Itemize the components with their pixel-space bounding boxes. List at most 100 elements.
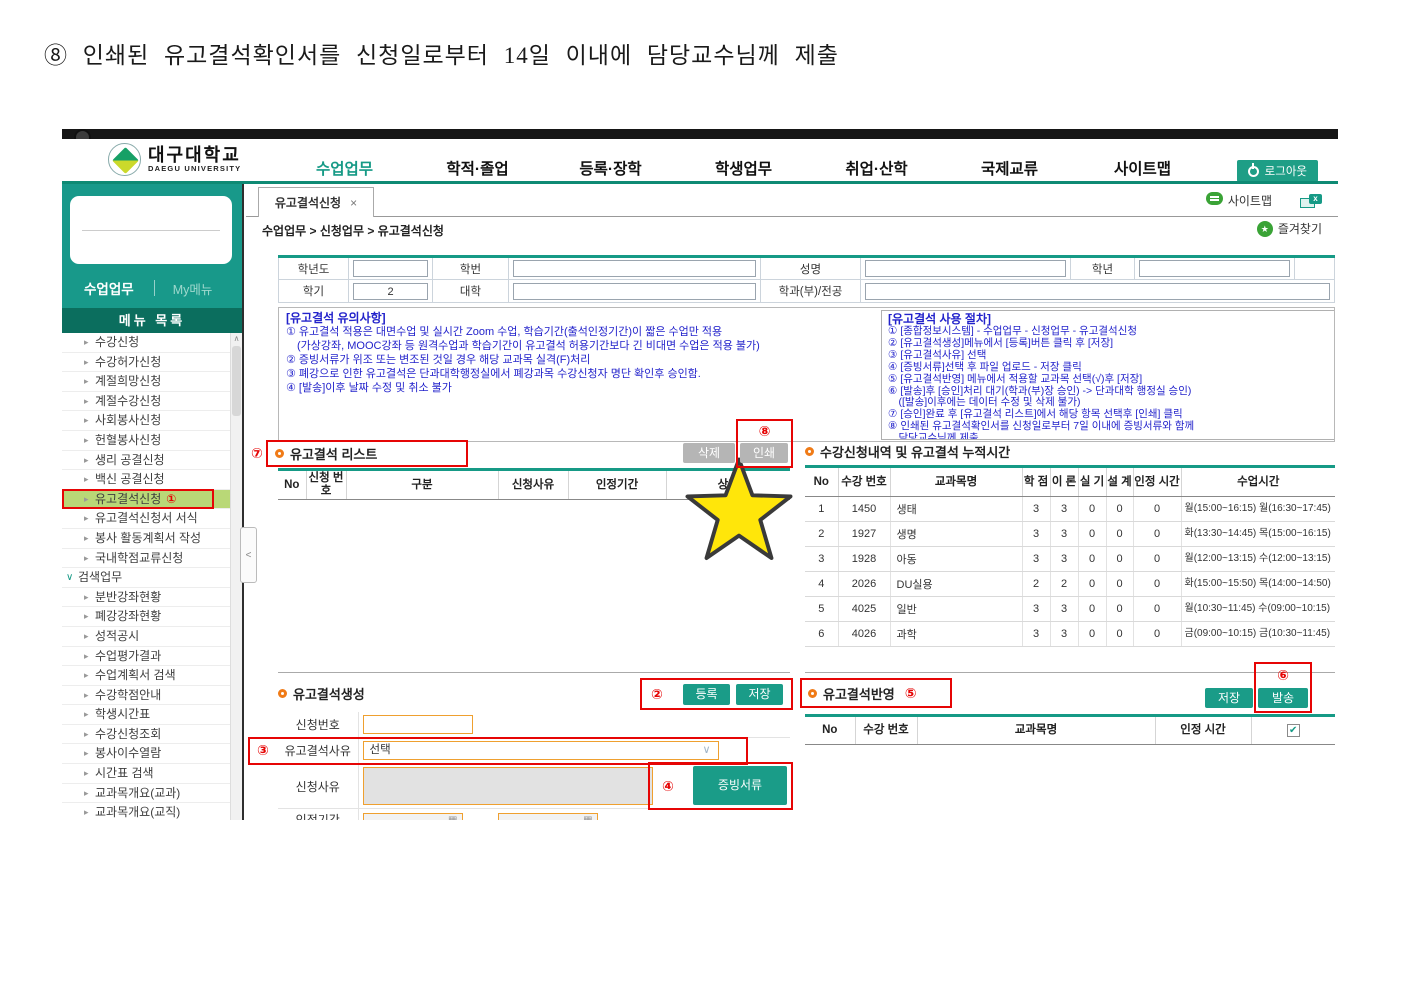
- star-annotation: [683, 455, 795, 567]
- cell: 0: [1078, 547, 1106, 572]
- university-emblem-icon: [108, 143, 141, 176]
- notice-line: ⑤ [유고결석반영] 메뉴에서 적용할 교과목 선택(√)후 [저장]: [888, 374, 1335, 386]
- reflection-title: 유고결석반영: [823, 684, 895, 703]
- arrow-right-icon: ▸: [84, 784, 89, 804]
- sidebar-item[interactable]: ▸성적공시: [62, 627, 242, 647]
- sidebar-item[interactable]: ▸계절희망신청: [62, 372, 242, 392]
- col-theory: 이 론: [1050, 467, 1078, 497]
- annotation-3: ③: [257, 742, 269, 759]
- favorite-link[interactable]: ★ 즐겨찾기: [1257, 220, 1322, 237]
- sidebar-item[interactable]: ▸분반강좌현황: [62, 588, 242, 608]
- scrollbar-thumb[interactable]: [232, 346, 241, 416]
- sidebar-collapse-button[interactable]: <: [240, 527, 257, 583]
- university-logo[interactable]: 대구대학교 DAEGU UNIVERSITY: [108, 143, 241, 176]
- creation-section-title-row: 유고결석생성: [278, 684, 365, 703]
- sidebar-item-label: 계절희망신청: [95, 374, 161, 388]
- cell: 3: [1050, 522, 1078, 547]
- sidebar-item[interactable]: ▸수강허가신청: [62, 353, 242, 373]
- main-content: 유고결석신청 × 사이트맵 x 수업업무 > 신청업무 > 유고결석신청 ★ 즐…: [246, 184, 1338, 820]
- period-end-input[interactable]: ▦: [498, 813, 598, 820]
- year-input[interactable]: [353, 260, 428, 277]
- send-button[interactable]: 발송: [1258, 688, 1308, 708]
- sidebar-item[interactable]: ▸봉사 활동계획서 작성: [62, 529, 242, 549]
- sidebar-item-label: 봉사이수열람: [95, 746, 161, 760]
- sidebar-item[interactable]: ▸백신 공결신청: [62, 470, 242, 490]
- register-button[interactable]: 등록: [683, 684, 730, 705]
- dept-input[interactable]: [865, 283, 1330, 300]
- sidebar-item[interactable]: ▸봉사이수열람: [62, 744, 242, 764]
- window-top-strip: [62, 129, 1338, 139]
- tab-absence-apply[interactable]: 유고결석신청 ×: [258, 187, 374, 217]
- logout-label: 로그아웃: [1265, 163, 1307, 179]
- studentno-input[interactable]: [513, 260, 756, 277]
- sidebar-item[interactable]: ▸유고결석신청서 서식: [62, 509, 242, 529]
- sidebar-tab-mymenu[interactable]: My메뉴: [173, 279, 213, 298]
- cell: 6: [805, 622, 838, 647]
- tab-bar: 유고결석신청 × 사이트맵 x: [246, 187, 1338, 217]
- field-label-period: 인정기간: [278, 809, 358, 821]
- grade-input[interactable]: [1139, 260, 1290, 277]
- sidebar-item[interactable]: ▸수업계획서 검색: [62, 666, 242, 686]
- cell: 0: [1078, 622, 1106, 647]
- name-input[interactable]: [865, 260, 1066, 277]
- period-start-input[interactable]: ▦: [363, 813, 463, 820]
- cell: 0: [1133, 597, 1181, 622]
- calendar-icon[interactable]: ▦: [448, 815, 457, 820]
- sidebar-item-sugang[interactable]: ▸수강신청: [62, 333, 242, 353]
- sidebar-item[interactable]: ▸ 교과목개요(교과): [62, 784, 242, 804]
- detail-textarea[interactable]: [363, 767, 653, 805]
- sidebar-item-absence-apply[interactable]: ▸유고결석신청①: [62, 490, 242, 510]
- reflection-save-button[interactable]: 저장: [1205, 688, 1253, 708]
- cell: 0: [1106, 572, 1133, 597]
- sidebar-item-label: 교과목개요(교과): [95, 786, 180, 800]
- logout-button[interactable]: 로그아웃: [1237, 160, 1318, 182]
- app-header: 대구대학교 DAEGU UNIVERSITY 수업업무 학적·졸업 등록·장학 …: [62, 139, 1338, 181]
- sidebar-group-search[interactable]: ∨검색업무: [62, 568, 242, 588]
- save-button[interactable]: 저장: [736, 684, 783, 705]
- print-button[interactable]: 인쇄: [740, 443, 788, 463]
- appno-input[interactable]: [363, 715, 473, 734]
- sidebar-item[interactable]: ▸수강학점안내: [62, 686, 242, 706]
- sidebar-item[interactable]: ▸계절수강신청: [62, 392, 242, 412]
- scroll-up-icon[interactable]: ∧: [231, 333, 242, 345]
- sidebar-item-label: 성적공시: [95, 629, 139, 643]
- calendar-icon[interactable]: ▦: [583, 815, 592, 820]
- sidebar-item[interactable]: ▸학생시간표: [62, 705, 242, 725]
- cell: 월(15:00~16:15) 월(16:30~17:45): [1181, 497, 1335, 522]
- arrow-right-icon: ▸: [84, 490, 89, 510]
- sidebar-item-label: 수강신청: [95, 335, 139, 349]
- sidebar-item-label: 수업계획서 검색: [95, 668, 176, 682]
- select-all-checkbox[interactable]: ✔: [1287, 724, 1300, 737]
- cell: 아동: [890, 547, 1022, 572]
- annotation-6: ⑥: [1256, 667, 1310, 684]
- notice-box: [유고결석 유의사항] ① 유고결석 적용은 대면수업 및 실시간 Zoom 수…: [278, 307, 1335, 442]
- breadcrumb: 수업업무 > 신청업무 > 유고결석신청: [262, 224, 444, 238]
- sidebar-item[interactable]: ▸생리 공결신청: [62, 451, 242, 471]
- arrow-right-icon: ▸: [84, 451, 89, 471]
- col-practice: 실 기: [1078, 467, 1106, 497]
- breadcrumb-row: 수업업무 > 신청업무 > 유고결석신청 ★ 즐겨찾기: [262, 222, 1322, 244]
- notice-line: ③ 폐강으로 인한 유고결석은 단과대학행정실에서 폐강과목 수강신청자 명단 …: [286, 367, 861, 381]
- sidebar-item[interactable]: ▸수강신청조회: [62, 725, 242, 745]
- sidebar-item[interactable]: ▸사회봉사신청: [62, 411, 242, 431]
- cell: 금(09:00~10:15) 금(10:30~11:45): [1181, 622, 1335, 647]
- table-row: 42026DU실용22000화(15:00~15:50) 목(14:00~14:…: [805, 572, 1335, 597]
- college-input[interactable]: [513, 283, 756, 300]
- sitemap-link[interactable]: 사이트맵: [1206, 192, 1272, 210]
- sidebar-item-label: 헌혈봉사신청: [95, 433, 161, 447]
- sidebar-item[interactable]: ▸수업평가결과: [62, 647, 242, 667]
- sidebar-item[interactable]: ▸헌혈봉사신청: [62, 431, 242, 451]
- sidebar-tab-classwork[interactable]: 수업업무: [62, 278, 134, 298]
- semester-input[interactable]: 2: [353, 283, 428, 300]
- sidebar-item[interactable]: ▸폐강강좌현황: [62, 607, 242, 627]
- sidebar-tab-separator: [154, 280, 155, 296]
- field-label-appno: 신청번호: [278, 712, 358, 738]
- close-icon[interactable]: ×: [350, 196, 357, 210]
- sidebar-item[interactable]: ▸교과목개요(교직): [62, 803, 242, 820]
- cell: 2: [1050, 572, 1078, 597]
- sidebar-item-label: 사회봉사신청: [95, 413, 161, 427]
- sidebar-item[interactable]: ▸시간표 검색: [62, 764, 242, 784]
- close-all-tabs-icon[interactable]: x: [1300, 194, 1322, 208]
- attach-documents-button[interactable]: 증빙서류: [693, 766, 787, 805]
- sidebar-item[interactable]: ▸국내학점교류신청: [62, 549, 242, 569]
